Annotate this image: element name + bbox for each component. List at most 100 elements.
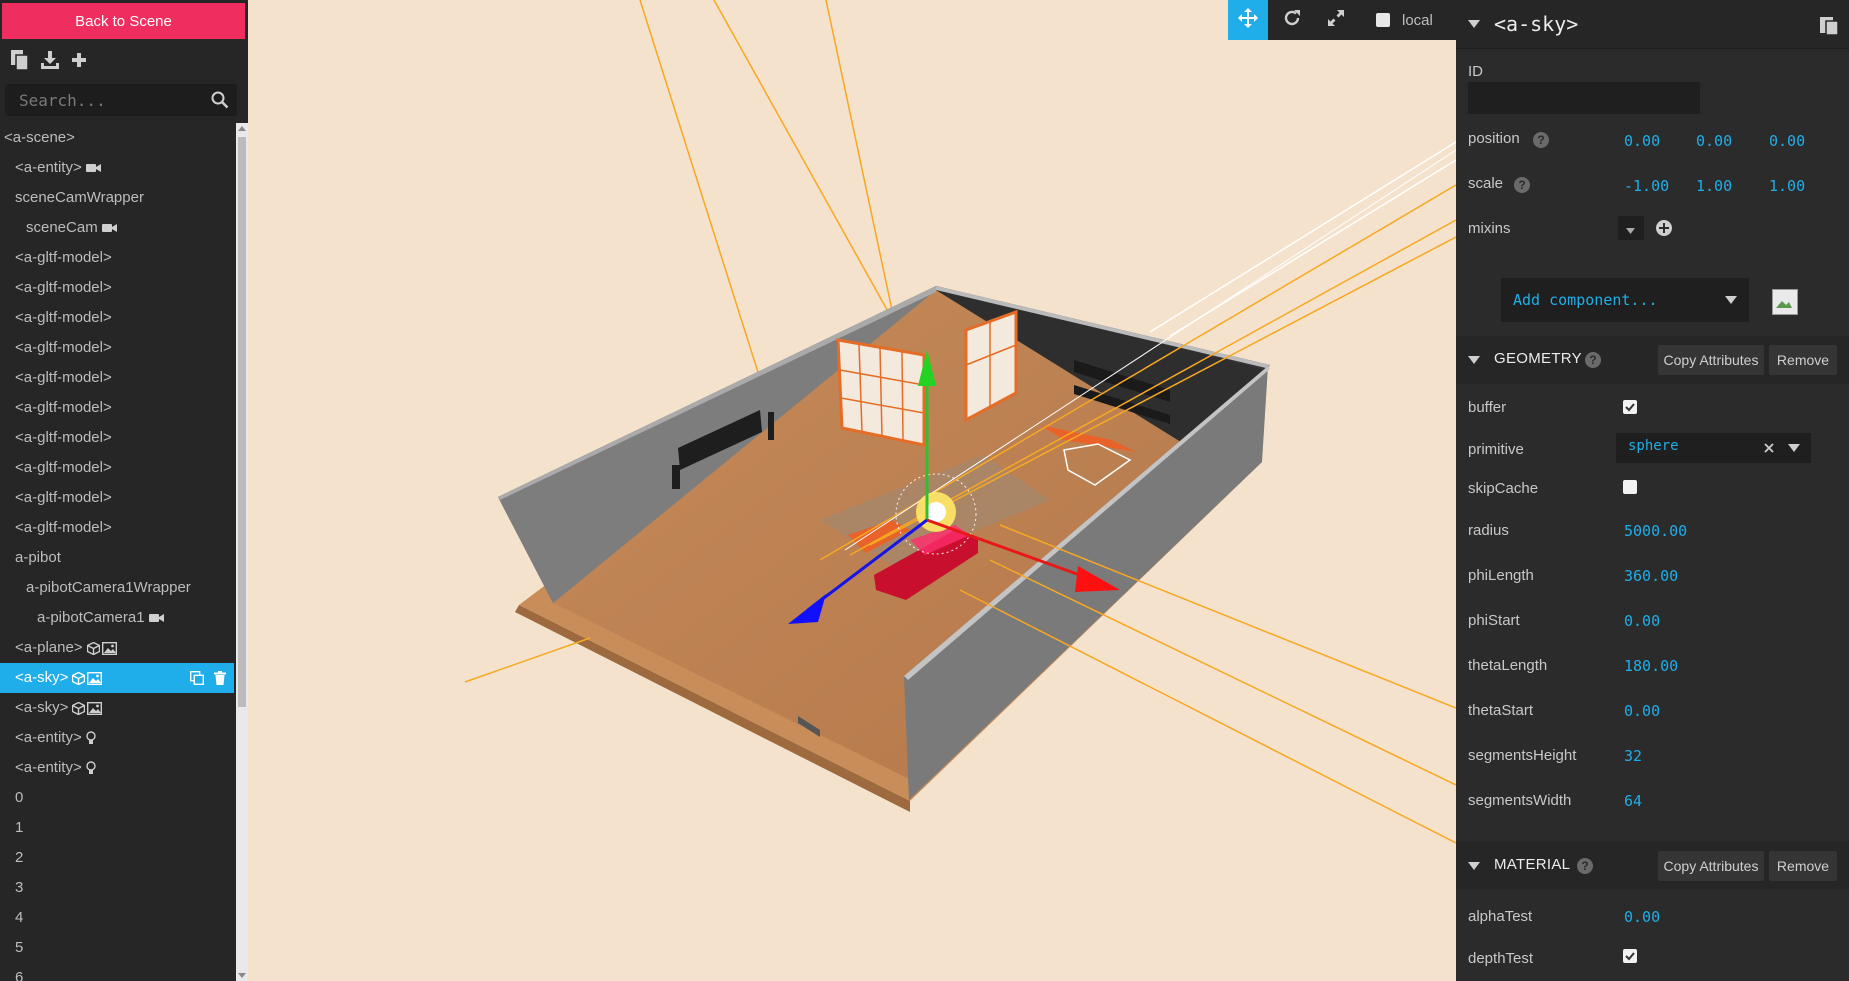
outliner-row[interactable]: a-pibot — [0, 543, 234, 573]
phistart-input[interactable]: 0.00 — [1624, 612, 1660, 630]
search-input[interactable] — [5, 84, 209, 116]
image-icon — [101, 639, 119, 656]
outliner-row[interactable]: a-pibotCamera1Wrapper — [0, 573, 234, 603]
segmentsheight-input[interactable]: 32 — [1624, 747, 1642, 765]
material-section-header[interactable]: MATERIAL ? Copy Attributes Remove — [1456, 842, 1849, 890]
outliner-row[interactable]: <a-entity> — [0, 153, 234, 183]
id-field[interactable] — [1468, 82, 1700, 114]
outliner-row-label: <a-gltf-model> — [15, 309, 112, 326]
primitive-select[interactable]: sphere — [1616, 433, 1811, 463]
rotate-tool-button[interactable] — [1272, 0, 1312, 40]
philength-input[interactable]: 360.00 — [1624, 567, 1678, 585]
outliner-row[interactable]: <a-gltf-model> — [0, 423, 234, 453]
material-help-icon[interactable]: ? — [1577, 858, 1593, 874]
collapse-triangle-icon[interactable] — [1468, 20, 1480, 28]
skipcache-checkbox[interactable] — [1623, 480, 1637, 498]
outliner-row-label: sceneCam — [26, 219, 98, 236]
search-icon[interactable] — [211, 91, 229, 113]
outliner-row[interactable]: sceneCamWrapper — [0, 183, 234, 213]
lightbulb-icon — [86, 759, 98, 776]
outliner-row-label: <a-gltf-model> — [15, 459, 112, 476]
scale-tool-button[interactable] — [1316, 0, 1356, 40]
alphatest-input[interactable]: 0.00 — [1624, 908, 1660, 926]
back-to-scene-button[interactable]: Back to Scene — [2, 3, 245, 39]
outliner-row[interactable]: 4 — [0, 903, 234, 933]
broken-image-icon[interactable] — [1772, 289, 1798, 315]
primitive-dropdown-icon[interactable] — [1788, 444, 1800, 452]
alphatest-label: alphaTest — [1468, 908, 1533, 925]
skipcache-label: skipCache — [1468, 480, 1539, 497]
outliner-row[interactable]: 2 — [0, 843, 234, 873]
clipboard-icon[interactable] — [1818, 14, 1840, 40]
add-mixin-icon[interactable] — [1655, 219, 1673, 241]
add-component-select[interactable]: Add component... — [1501, 278, 1749, 322]
outliner-row[interactable]: 6 — [0, 963, 234, 981]
outliner-row[interactable]: 5 — [0, 933, 234, 963]
outliner-row[interactable]: <a-entity> — [0, 723, 234, 753]
outliner-row-label: <a-gltf-model> — [15, 249, 112, 266]
download-icon[interactable] — [40, 50, 60, 70]
outliner-row[interactable]: <a-sky> — [0, 693, 234, 723]
thetastart-label: thetaStart — [1468, 702, 1534, 719]
outliner-row[interactable]: 1 — [0, 813, 234, 843]
3d-viewport[interactable] — [248, 0, 1456, 981]
outliner-row-label: <a-gltf-model> — [15, 279, 112, 296]
outliner-row-label: 4 — [15, 909, 24, 926]
outliner-row[interactable]: <a-gltf-model> — [0, 393, 234, 423]
geometry-remove-button[interactable]: Remove — [1769, 345, 1837, 375]
geometry-section-header[interactable]: GEOMETRY ? Copy Attributes Remove — [1456, 336, 1849, 384]
clear-icon[interactable] — [1764, 443, 1774, 453]
position-help-icon[interactable]: ? — [1533, 132, 1549, 148]
clone-icon[interactable] — [180, 669, 205, 686]
scrollbar-thumb[interactable] — [238, 137, 246, 707]
local-checkbox[interactable] — [1376, 13, 1390, 27]
outliner-row-selected[interactable]: <a-sky> — [0, 663, 234, 693]
outliner-scrollbar[interactable] — [236, 123, 248, 981]
scale-help-icon[interactable]: ? — [1514, 177, 1530, 193]
outliner-row[interactable]: <a-entity> — [0, 753, 234, 783]
outliner-row-label: 0 — [15, 789, 24, 806]
outliner-row[interactable]: 0 — [0, 783, 234, 813]
position-z-input[interactable]: 0.00 — [1769, 132, 1805, 150]
geometry-collapse-icon[interactable] — [1468, 356, 1480, 364]
outliner-row[interactable]: <a-gltf-model> — [0, 273, 234, 303]
outliner-row[interactable]: <a-gltf-model> — [0, 243, 234, 273]
outliner-row[interactable]: <a-gltf-model> — [0, 453, 234, 483]
outliner-row[interactable]: sceneCam — [0, 213, 234, 243]
material-copy-attributes-button[interactable]: Copy Attributes — [1658, 851, 1764, 881]
segmentswidth-input[interactable]: 64 — [1624, 792, 1642, 810]
mixins-select[interactable] — [1618, 216, 1644, 240]
outliner-row[interactable]: a-pibotCamera1 — [0, 603, 234, 633]
material-remove-button[interactable]: Remove — [1769, 851, 1837, 881]
local-space-toggle[interactable]: local — [1376, 0, 1433, 40]
thetastart-input[interactable]: 0.00 — [1624, 702, 1660, 720]
outliner-row[interactable]: <a-gltf-model> — [0, 333, 234, 363]
geometry-title: GEOMETRY — [1494, 350, 1582, 367]
geometry-copy-attributes-button[interactable]: Copy Attributes — [1658, 345, 1764, 375]
thetalength-input[interactable]: 180.00 — [1624, 657, 1678, 675]
scale-y-input[interactable]: 1.00 — [1696, 177, 1732, 195]
position-y-input[interactable]: 0.00 — [1696, 132, 1732, 150]
outliner-row[interactable]: <a-gltf-model> — [0, 513, 234, 543]
outliner-row[interactable]: <a-gltf-model> — [0, 483, 234, 513]
copy-icon[interactable] — [10, 49, 30, 71]
material-collapse-icon[interactable] — [1468, 862, 1480, 870]
position-x-input[interactable]: 0.00 — [1624, 132, 1660, 150]
plus-icon[interactable] — [70, 51, 88, 69]
outliner-row[interactable]: <a-gltf-model> — [0, 303, 234, 333]
scale-x-input[interactable]: -1.00 — [1624, 177, 1669, 195]
radius-input[interactable]: 5000.00 — [1624, 522, 1687, 540]
depthtest-checkbox[interactable] — [1623, 949, 1637, 967]
translate-tool-button[interactable] — [1228, 0, 1268, 40]
move-icon — [1237, 7, 1259, 33]
geometry-help-icon[interactable]: ? — [1585, 352, 1601, 368]
outliner-row[interactable]: <a-gltf-model> — [0, 363, 234, 393]
scale-z-input[interactable]: 1.00 — [1769, 177, 1805, 195]
buffer-checkbox[interactable] — [1623, 400, 1637, 418]
outliner-row[interactable]: 3 — [0, 873, 234, 903]
outliner-row[interactable]: <a-scene> — [0, 123, 234, 153]
segmentsheight-label: segmentsHeight — [1468, 747, 1577, 764]
trash-icon[interactable] — [204, 669, 226, 686]
outliner-row-label: 5 — [15, 939, 24, 956]
outliner-row[interactable]: <a-plane> — [0, 633, 234, 663]
